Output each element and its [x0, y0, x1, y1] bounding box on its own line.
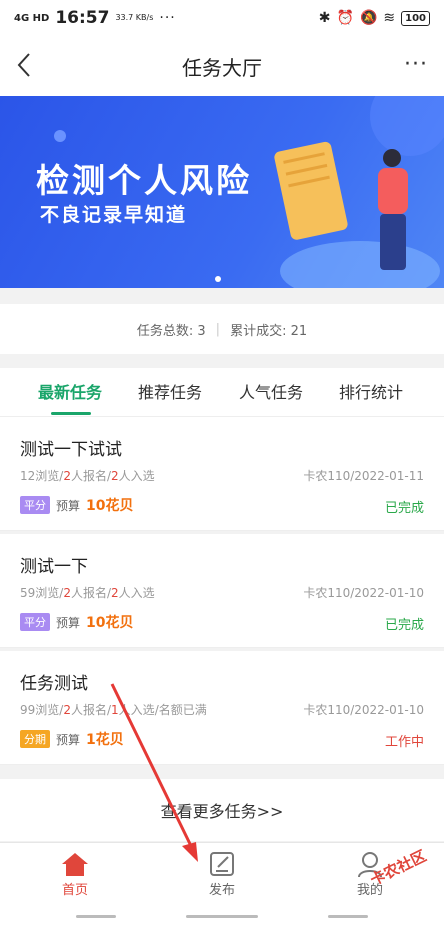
- header: 任务大厅 ···: [0, 36, 444, 96]
- gesture-bar-center: [186, 915, 258, 918]
- task-item[interactable]: 任务测试 99浏览/2人报名/1人入选/名额已满 卡农110/2022-01-1…: [0, 651, 444, 765]
- budget-amount: 10花贝: [86, 615, 134, 631]
- task-meta: 59浏览/2人报名/2人入选: [20, 586, 155, 600]
- banner-pager-dot: [215, 276, 221, 282]
- page-title: 任务大厅: [182, 55, 262, 80]
- task-item[interactable]: 测试一下 59浏览/2人报名/2人入选 卡农110/2022-01-10 平分 …: [0, 534, 444, 648]
- budget-amount: 1花贝: [86, 732, 124, 748]
- banner-headline: 检测个人风险: [36, 161, 252, 200]
- budget-label: 预算: [56, 732, 81, 747]
- task-author-date: 卡农110/2022-01-10: [303, 586, 424, 600]
- gesture-bar-left: [76, 915, 116, 918]
- banner-subline: 不良记录早知道: [40, 204, 188, 226]
- tabbar-home-label: 首页: [61, 883, 88, 898]
- total-label: 任务总数:: [136, 323, 194, 339]
- tabbar-home[interactable]: 首页: [35, 849, 115, 898]
- task-title: 测试一下: [20, 557, 88, 577]
- alarm-icon: ⏰: [336, 10, 354, 26]
- stats-separator: |: [215, 321, 221, 337]
- tab-latest[interactable]: 最新任务: [38, 379, 102, 403]
- budget-label: 预算: [56, 615, 81, 630]
- gesture-bar-right: [328, 915, 368, 918]
- tabbar-publish[interactable]: 发布: [182, 849, 262, 898]
- more-tasks-link[interactable]: 查看更多任务>>: [0, 779, 444, 841]
- total-value: 3: [197, 323, 206, 339]
- status-dots: ···: [159, 10, 176, 26]
- budget-amount: 10花贝: [86, 498, 134, 514]
- back-icon[interactable]: [10, 48, 40, 82]
- tab-popular[interactable]: 人气任务: [239, 379, 303, 403]
- deals-value: 21: [290, 323, 308, 339]
- status-bar: 4G HD 16:57 33.7 KB/s ··· ✱ ⏰ 🔕 ≋ 100: [0, 0, 444, 36]
- tab-recommended[interactable]: 推荐任务: [138, 379, 202, 403]
- status-time: 16:57: [55, 8, 110, 28]
- tabbar-publish-label: 发布: [208, 883, 235, 898]
- task-author-date: 卡农110/2022-01-10: [303, 703, 424, 717]
- task-meta: 99浏览/2人报名/1人入选/名额已满: [20, 703, 207, 717]
- tab-ranking[interactable]: 排行统计: [339, 379, 403, 403]
- task-tabs: 最新任务 推荐任务 人气任务 排行统计: [0, 368, 444, 417]
- network-speed: 33.7 KB/s: [115, 13, 154, 22]
- more-icon[interactable]: ···: [404, 52, 428, 77]
- task-badge: 平分: [20, 496, 50, 514]
- task-meta: 12浏览/2人报名/2人入选: [20, 469, 155, 483]
- promo-banner[interactable]: 检测个人风险 不良记录早知道: [0, 96, 444, 288]
- home-icon: [62, 853, 88, 876]
- task-item[interactable]: 测试一下试试 12浏览/2人报名/2人入选 卡农110/2022-01-11 平…: [0, 417, 444, 531]
- task-author-date: 卡农110/2022-01-11: [303, 469, 424, 483]
- task-status: 已完成: [384, 618, 424, 633]
- task-title: 测试一下试试: [20, 440, 122, 460]
- task-status: 已完成: [384, 501, 424, 516]
- task-status: 工作中: [384, 735, 424, 750]
- budget-label: 预算: [56, 498, 81, 513]
- bluetooth-icon: ✱: [318, 10, 331, 26]
- signal-icon: 4G HD: [14, 12, 50, 24]
- task-badge: 平分: [20, 613, 50, 631]
- task-badge: 分期: [20, 730, 50, 748]
- battery-icon: 100: [401, 10, 430, 26]
- deals-label: 累计成交:: [230, 323, 287, 339]
- edit-icon: [210, 852, 234, 876]
- stats-bar: 任务总数: 3 | 累计成交: 21: [0, 304, 444, 354]
- mute-icon: 🔕: [359, 10, 378, 26]
- tab-underline: [51, 412, 91, 415]
- task-title: 任务测试: [20, 674, 88, 694]
- wifi-icon: ≋: [383, 10, 396, 26]
